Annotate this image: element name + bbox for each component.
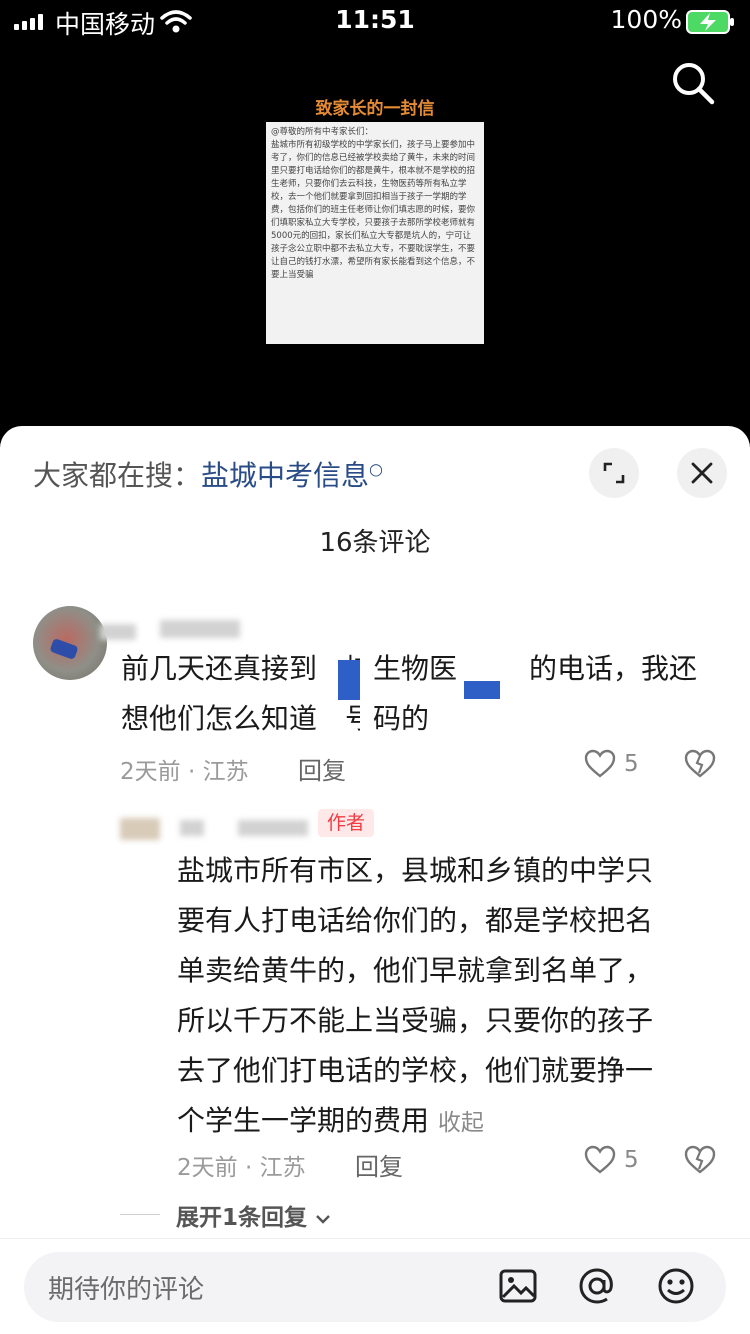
hot-search-prefix: 大家都在搜：	[33, 459, 202, 492]
comment-line: 要有人打电话给你们的，都是学校把名	[177, 904, 654, 937]
battery-percent: 100%	[610, 5, 682, 34]
like-button[interactable]: 5	[584, 1145, 639, 1175]
comment-meta: 2天前 · 江苏	[120, 759, 249, 785]
letter-image-text: @尊敬的所有中考家长们： 盐城市所有初级学校的中学家长们，孩子马上要参加中考了，…	[266, 122, 484, 344]
comment-line: 单卖给黄牛的，他们早就拿到名单了，	[177, 954, 654, 987]
blurred-username	[238, 820, 308, 836]
comment-sheet: 大家都在搜：盐城中考信息○ 16条评论 前几天还真接到 城生物医 的电话，我还 想他…	[0, 426, 750, 1334]
comment-text-part: 号码的	[345, 702, 430, 735]
comment-line-text: 个学生一学期的费用	[177, 1104, 430, 1137]
blurred-username	[180, 820, 204, 836]
divider	[0, 1238, 750, 1239]
comment-text-part: 前几天还真接到	[121, 652, 318, 685]
expand-icon	[603, 462, 625, 484]
redaction-mark	[464, 681, 500, 699]
comment-text-part: 想他们怎么知道	[121, 702, 318, 735]
comment-line: 个学生一学期的费用 收起	[177, 1096, 653, 1148]
comment-input[interactable]: 期待你的评论	[24, 1252, 726, 1322]
search-icon[interactable]	[670, 60, 716, 106]
heart-icon	[584, 749, 616, 778]
heart-icon	[584, 1145, 616, 1174]
like-count: 5	[624, 1147, 639, 1173]
close-icon	[691, 462, 713, 484]
expand-replies-button[interactable]: 展开1条回复	[176, 1198, 331, 1232]
blurred-username	[100, 624, 136, 640]
dislike-icon[interactable]	[684, 749, 716, 779]
close-button[interactable]	[677, 448, 727, 498]
expand-replies-label: 展开1条回复	[176, 1205, 308, 1231]
comment-input-placeholder: 期待你的评论	[48, 1275, 205, 1305]
comment-meta: 2天前 · 江苏	[177, 1155, 306, 1181]
mention-icon[interactable]	[577, 1266, 617, 1306]
chevron-down-icon	[316, 1214, 330, 1224]
battery-charging-icon	[686, 10, 734, 34]
comment-line: 盐城市所有市区，县城和乡镇的中学只	[177, 854, 654, 887]
emoji-icon[interactable]	[656, 1266, 696, 1306]
expand-button[interactable]	[589, 448, 639, 498]
reply-button[interactable]: 回复	[298, 751, 346, 786]
comment-count: 16条评论	[319, 528, 431, 558]
redaction-mark	[360, 650, 372, 740]
like-count: 5	[624, 751, 639, 777]
status-bar: 中国移动 11:51 100%	[0, 0, 750, 44]
comment-text: 盐城市所有市区，县城和乡镇的中学只 要有人打电话给你们的，都是学校把名 单卖给黄…	[177, 846, 653, 1148]
redaction-mark	[338, 660, 360, 700]
hot-search-term[interactable]: 盐城中考信息	[201, 459, 369, 492]
comment-line: 所以千万不能上当受骗，只要你的孩子	[177, 1004, 654, 1037]
small-search-icon: ○	[369, 459, 383, 479]
like-button[interactable]: 5	[584, 749, 639, 779]
hot-search[interactable]: 大家都在搜：盐城中考信息○	[33, 454, 383, 494]
image-icon[interactable]	[498, 1266, 538, 1306]
comment-text: 前几天还真接到 城生物医 的电话，我还 想他们怎么知道 号码的	[121, 644, 697, 744]
reply-button[interactable]: 回复	[355, 1147, 403, 1182]
comment-text-part: 的电话，我还	[529, 652, 698, 685]
author-badge: 作者	[318, 809, 374, 837]
expand-divider	[120, 1214, 160, 1215]
blurred-username	[160, 620, 240, 638]
comment-line: 去了他们打电话的学校，他们就要挣一	[177, 1054, 654, 1087]
letter-title: 致家长的一封信	[315, 99, 435, 119]
collapse-link[interactable]: 收起	[438, 1110, 484, 1136]
avatar[interactable]	[120, 818, 160, 840]
avatar[interactable]	[33, 606, 107, 680]
dislike-icon[interactable]	[684, 1145, 716, 1175]
